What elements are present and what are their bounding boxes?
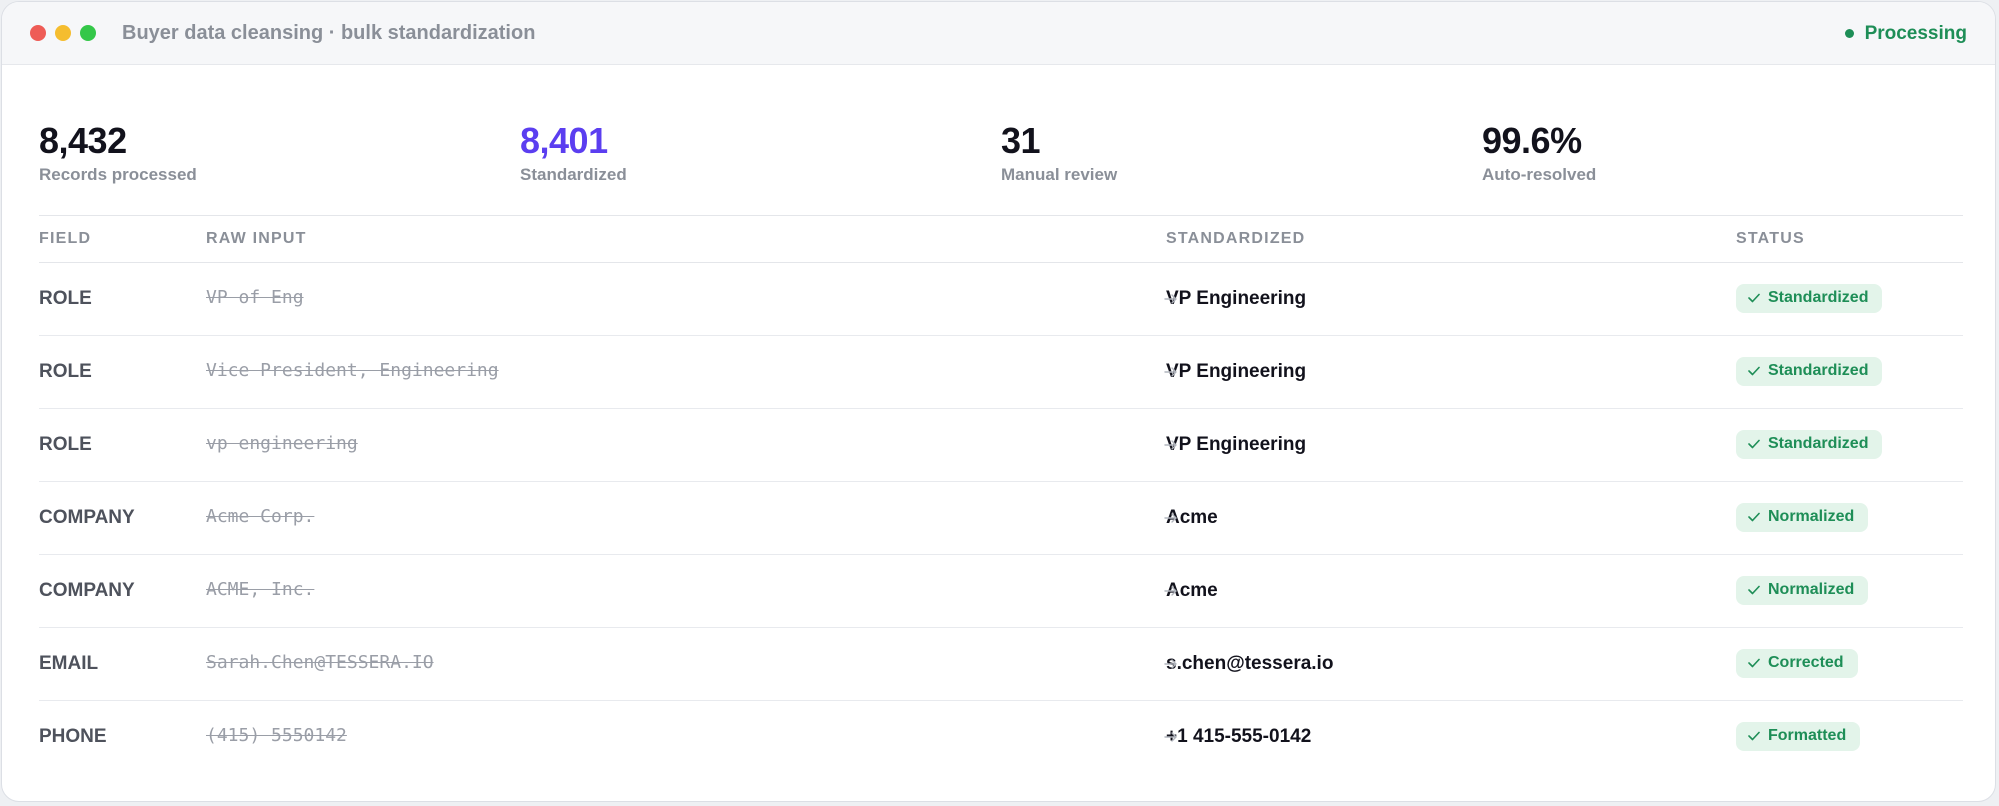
check-icon	[1748, 731, 1760, 741]
check-icon	[1748, 512, 1760, 522]
table-row[interactable]: ROLE vp engineering VP Engineering Stand…	[39, 409, 1963, 482]
arrow-right-icon	[1164, 409, 1178, 481]
raw-input-value: Sarah.Chen@TESSERA.IO	[206, 651, 434, 673]
raw-input-value: VP of Eng	[206, 286, 304, 308]
stats-summary: 8,432 Records processed 8,401 Standardiz…	[39, 65, 1963, 216]
field-name: ROLE	[39, 434, 92, 455]
arrow-right-icon	[1164, 336, 1178, 408]
column-header-standardized: STANDARDIZED	[1166, 230, 1306, 247]
stat-label: Standardized	[520, 165, 627, 184]
main-content: 8,432 Records processed 8,401 Standardiz…	[39, 65, 1963, 773]
table-row[interactable]: EMAIL Sarah.Chen@TESSERA.IO s.chen@tesse…	[39, 628, 1963, 701]
stat-manual-review: 31 Manual review	[1001, 65, 1482, 215]
status-badge: Normalized	[1736, 502, 1869, 532]
table-header: FIELD RAW INPUT STANDARDIZED STATUS	[39, 216, 1963, 263]
stat-auto-resolved: 99.6% Auto-resolved	[1482, 65, 1963, 215]
status-badge-label: Normalized	[1768, 581, 1855, 598]
status-badge: Standardized	[1736, 356, 1883, 386]
standardized-value: VP Engineering	[1166, 288, 1307, 309]
field-name: ROLE	[39, 288, 92, 309]
standardized-value: VP Engineering	[1166, 434, 1307, 455]
processing-status: Processing	[1844, 2, 1967, 65]
table-row[interactable]: COMPANY Acme Corp. Acme Normalized	[39, 482, 1963, 555]
stat-standardized: 8,401 Standardized	[520, 65, 1001, 215]
table-row[interactable]: ROLE Vice President, Engineering VP Engi…	[39, 336, 1963, 409]
field-name: COMPANY	[39, 580, 135, 601]
standardized-value: s.chen@tessera.io	[1166, 653, 1334, 674]
column-header-field: FIELD	[39, 230, 92, 247]
status-badge-label: Standardized	[1768, 289, 1869, 306]
arrow-right-icon	[1164, 263, 1178, 335]
column-header-status: STATUS	[1736, 230, 1805, 247]
stat-label: Auto-resolved	[1482, 165, 1597, 184]
status-dot-icon	[1844, 29, 1854, 38]
raw-input-value: (415) 5550142	[206, 724, 347, 746]
field-name: ROLE	[39, 361, 92, 382]
table-row[interactable]: PHONE (415) 5550142 +1 415-555-0142 Form…	[39, 701, 1963, 773]
title-bar: Buyer data cleansing · bulk standardizat…	[2, 2, 1995, 65]
stat-label: Records processed	[39, 165, 197, 184]
raw-input-value: Vice President, Engineering	[206, 359, 499, 381]
status-badge-label: Formatted	[1768, 727, 1847, 744]
field-name: PHONE	[39, 726, 107, 747]
maximize-window-button[interactable]	[80, 25, 96, 41]
table-body: ROLE VP of Eng VP Engineering Standardiz…	[39, 263, 1963, 773]
status-badge-label: Corrected	[1768, 654, 1844, 671]
raw-input-value: Acme Corp.	[206, 505, 315, 527]
raw-input-value: ACME, Inc.	[206, 578, 315, 600]
status-badge: Corrected	[1736, 648, 1858, 678]
stat-value: 8,401	[520, 120, 608, 161]
status-badge-label: Standardized	[1768, 435, 1869, 452]
window-controls	[30, 25, 96, 41]
status-badge-label: Normalized	[1768, 508, 1855, 525]
standardized-value: VP Engineering	[1166, 361, 1307, 382]
stat-records-processed: 8,432 Records processed	[39, 65, 520, 215]
field-name: EMAIL	[39, 653, 99, 674]
status-badge: Normalized	[1736, 575, 1869, 605]
minimize-window-button[interactable]	[55, 25, 71, 41]
close-window-button[interactable]	[30, 25, 46, 41]
column-header-raw-input: RAW INPUT	[206, 230, 307, 247]
check-icon	[1748, 585, 1760, 595]
app-window: Buyer data cleansing · bulk standardizat…	[1, 1, 1996, 802]
field-name: COMPANY	[39, 507, 135, 528]
processing-status-label: Processing	[1864, 22, 1967, 44]
standardized-value: +1 415-555-0142	[1166, 726, 1312, 747]
arrow-right-icon	[1164, 628, 1178, 700]
arrow-right-icon	[1164, 555, 1178, 627]
arrow-right-icon	[1164, 482, 1178, 554]
status-badge: Formatted	[1736, 721, 1861, 751]
check-icon	[1748, 293, 1760, 303]
table-row[interactable]: COMPANY ACME, Inc. Acme Normalized	[39, 555, 1963, 628]
stat-value: 31	[1001, 120, 1041, 161]
stat-value: 99.6%	[1482, 120, 1582, 161]
status-badge: Standardized	[1736, 283, 1883, 313]
stat-value: 8,432	[39, 120, 127, 161]
status-badge: Standardized	[1736, 429, 1883, 459]
window-title: Buyer data cleansing · bulk standardizat…	[122, 21, 536, 44]
check-icon	[1748, 658, 1760, 668]
check-icon	[1748, 366, 1760, 376]
status-badge-label: Standardized	[1768, 362, 1869, 379]
table-row[interactable]: ROLE VP of Eng VP Engineering Standardiz…	[39, 263, 1963, 336]
stat-label: Manual review	[1001, 165, 1118, 184]
arrow-right-icon	[1164, 701, 1178, 773]
check-icon	[1748, 439, 1760, 449]
raw-input-value: vp engineering	[206, 432, 358, 454]
